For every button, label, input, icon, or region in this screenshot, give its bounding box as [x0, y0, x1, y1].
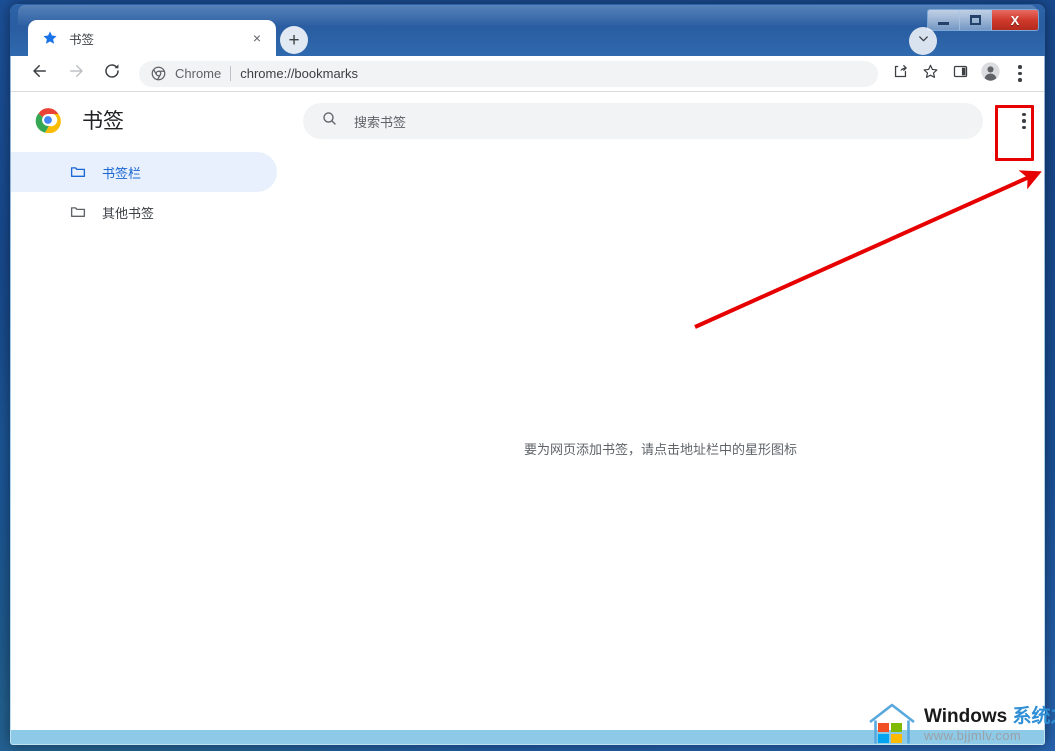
profile-icon — [980, 61, 1001, 87]
maximize-button[interactable] — [960, 10, 992, 30]
tab-search-button[interactable] — [909, 27, 937, 55]
close-button[interactable]: X — [992, 10, 1038, 30]
bookmarks-empty-state: 要为网页添加书签，请点击地址栏中的星形图标 — [277, 148, 1044, 730]
page-title: 书签 — [82, 110, 124, 133]
watermark: Windows 系统之家 www.bjjmlv.com — [866, 698, 1055, 750]
chevron-down-icon — [916, 31, 931, 51]
bookmarks-overflow-menu[interactable] — [1009, 106, 1039, 136]
star-icon — [922, 63, 939, 85]
omnibox-chip-label: Chrome — [175, 66, 222, 81]
browser-toolbar: Chrome chrome://bookmarks — [11, 56, 1044, 92]
window-controls: X — [927, 9, 1039, 31]
bookmarks-search-box[interactable]: 搜索书签 — [303, 103, 983, 139]
search-input[interactable]: 搜索书签 — [354, 112, 406, 131]
close-icon: X — [1010, 12, 1020, 28]
tab-title: 书签 — [69, 32, 95, 47]
bookmarks-sidebar: 书签栏 其他书签 — [11, 148, 277, 730]
tab-strip: X 书签 × + — [10, 4, 1045, 56]
watermark-brand: Windows 系统之家 — [924, 706, 1055, 728]
back-button[interactable] — [25, 59, 55, 89]
search-icon — [321, 110, 338, 132]
back-arrow-icon — [31, 62, 49, 85]
bookmarks-header: 书签 搜索书签 — [11, 92, 1044, 148]
folder-icon — [69, 203, 87, 221]
watermark-url: www.bjjmlv.com — [924, 727, 1022, 743]
tab-bookmarks[interactable]: 书签 × — [28, 20, 276, 56]
forward-arrow-icon — [67, 62, 85, 85]
share-button[interactable] — [886, 60, 914, 88]
windows-house-logo-icon — [866, 701, 918, 747]
share-icon — [892, 63, 909, 85]
sidebar-item-other-bookmarks[interactable]: 其他书签 — [11, 192, 277, 232]
chrome-logo-icon — [35, 107, 61, 134]
side-panel-icon — [952, 63, 969, 85]
browser-menu-button[interactable] — [1006, 60, 1034, 88]
profile-button[interactable] — [976, 60, 1004, 88]
reload-button[interactable] — [97, 59, 127, 89]
side-panel-button[interactable] — [946, 60, 974, 88]
three-dot-menu-icon — [1022, 112, 1026, 130]
bookmark-star-button[interactable] — [916, 60, 944, 88]
minimize-button[interactable] — [928, 10, 960, 30]
chrome-icon — [151, 66, 166, 81]
maximize-icon — [970, 15, 981, 25]
watermark-text: Windows 系统之家 www.bjjmlv.com — [924, 706, 1055, 743]
sidebar-item-bookmarks-bar[interactable]: 书签栏 — [11, 152, 277, 192]
minimize-icon — [938, 22, 949, 25]
new-tab-button[interactable]: + — [280, 26, 308, 54]
omnibox-separator — [230, 66, 232, 81]
empty-state-message: 要为网页添加书签，请点击地址栏中的星形图标 — [523, 442, 797, 457]
omnibox-url: chrome://bookmarks — [240, 66, 359, 81]
watermark-brand-en: Windows — [924, 705, 1013, 727]
blue-star-icon — [42, 30, 58, 46]
reload-icon — [103, 62, 121, 85]
address-bar[interactable]: Chrome chrome://bookmarks — [139, 60, 878, 87]
watermark-brand-cn: 系统之家 — [1012, 705, 1055, 727]
tab-close-button[interactable]: × — [246, 27, 268, 49]
sidebar-item-label: 其他书签 — [102, 205, 155, 221]
three-dot-menu-icon — [1018, 65, 1022, 82]
forward-button[interactable] — [61, 59, 91, 89]
folder-icon — [69, 163, 87, 181]
bookmarks-page: 书签 搜索书签 书签栏 其他书签 要为网页添加书签，请点击地址栏中的星形图标 — [11, 92, 1044, 730]
sidebar-item-label: 书签栏 — [102, 165, 142, 181]
